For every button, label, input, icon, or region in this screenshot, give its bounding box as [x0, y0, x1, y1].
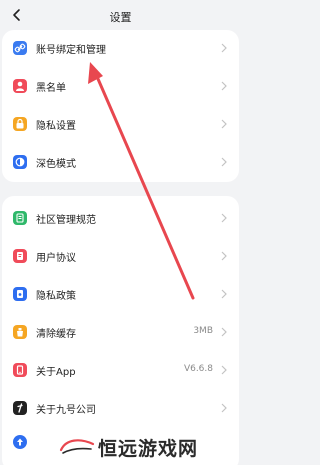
chevron-right-icon [221, 119, 227, 129]
privacy-policy-icon [13, 287, 27, 301]
chevron-right-icon [221, 157, 227, 167]
blacklist-icon [13, 79, 27, 93]
chevron-right-icon [221, 403, 227, 413]
row-label: 用户协议 [36, 253, 76, 264]
site-watermark: 恒远游戏网 [58, 428, 241, 465]
row-community-rules[interactable]: 社区管理规范 [2, 200, 239, 236]
row-label: 隐私设置 [36, 121, 76, 132]
link-icon [13, 41, 27, 55]
chevron-right-icon [221, 43, 227, 53]
cache-size-value: 3MB [193, 326, 213, 336]
row-label: 关于App [36, 367, 76, 378]
chevron-right-icon [221, 81, 227, 91]
top-bar: 设置 [0, 0, 241, 32]
watermark-text: 恒远游戏网 [98, 438, 199, 460]
row-privacy-settings[interactable]: 隐私设置 [2, 106, 239, 142]
update-icon [13, 435, 27, 449]
community-rules-icon [13, 211, 27, 225]
about-app-icon [13, 363, 27, 377]
row-label: 隐私政策 [36, 291, 76, 302]
row-account-binding[interactable]: 账号绑定和管理 [2, 30, 239, 66]
chevron-right-icon [221, 289, 227, 299]
chevron-right-icon [221, 213, 227, 223]
row-label: 账号绑定和管理 [36, 45, 106, 56]
row-dark-mode[interactable]: 深色模式 [2, 144, 239, 180]
dark-mode-icon [13, 155, 27, 169]
row-label: 清除缓存 [36, 329, 76, 340]
clear-cache-icon [13, 325, 27, 339]
row-label: 社区管理规范 [36, 215, 96, 226]
page-title: 设置 [109, 11, 132, 24]
row-label: 深色模式 [36, 159, 76, 170]
chevron-right-icon [221, 327, 227, 337]
row-blacklist[interactable]: 黑名单 [2, 68, 239, 104]
about-company-icon [13, 401, 27, 415]
row-label: 关于九号公司 [36, 405, 96, 416]
app-version-value: V6.6.8 [183, 364, 213, 374]
watermark-logo-icon [59, 439, 95, 454]
account-settings-card: 账号绑定和管理 黑名单 隐私设置 深色模式 [2, 30, 239, 182]
row-user-agreement[interactable]: 用户协议 [2, 238, 239, 274]
row-about-company[interactable]: 关于九号公司 [2, 390, 239, 426]
user-agreement-icon [13, 249, 27, 263]
chevron-right-icon [221, 365, 227, 375]
row-about-app[interactable]: 关于App V6.6.8 [2, 352, 239, 388]
row-label: 黑名单 [36, 83, 66, 94]
row-clear-cache[interactable]: 清除缓存 3MB [2, 314, 239, 350]
row-privacy-policy[interactable]: 隐私政策 [2, 276, 239, 312]
chevron-right-icon [221, 251, 227, 261]
lock-icon [13, 117, 27, 131]
info-card: 社区管理规范 用户协议 隐私政策 清除缓存 3MB 关于App V6.6.8 关… [2, 196, 239, 465]
